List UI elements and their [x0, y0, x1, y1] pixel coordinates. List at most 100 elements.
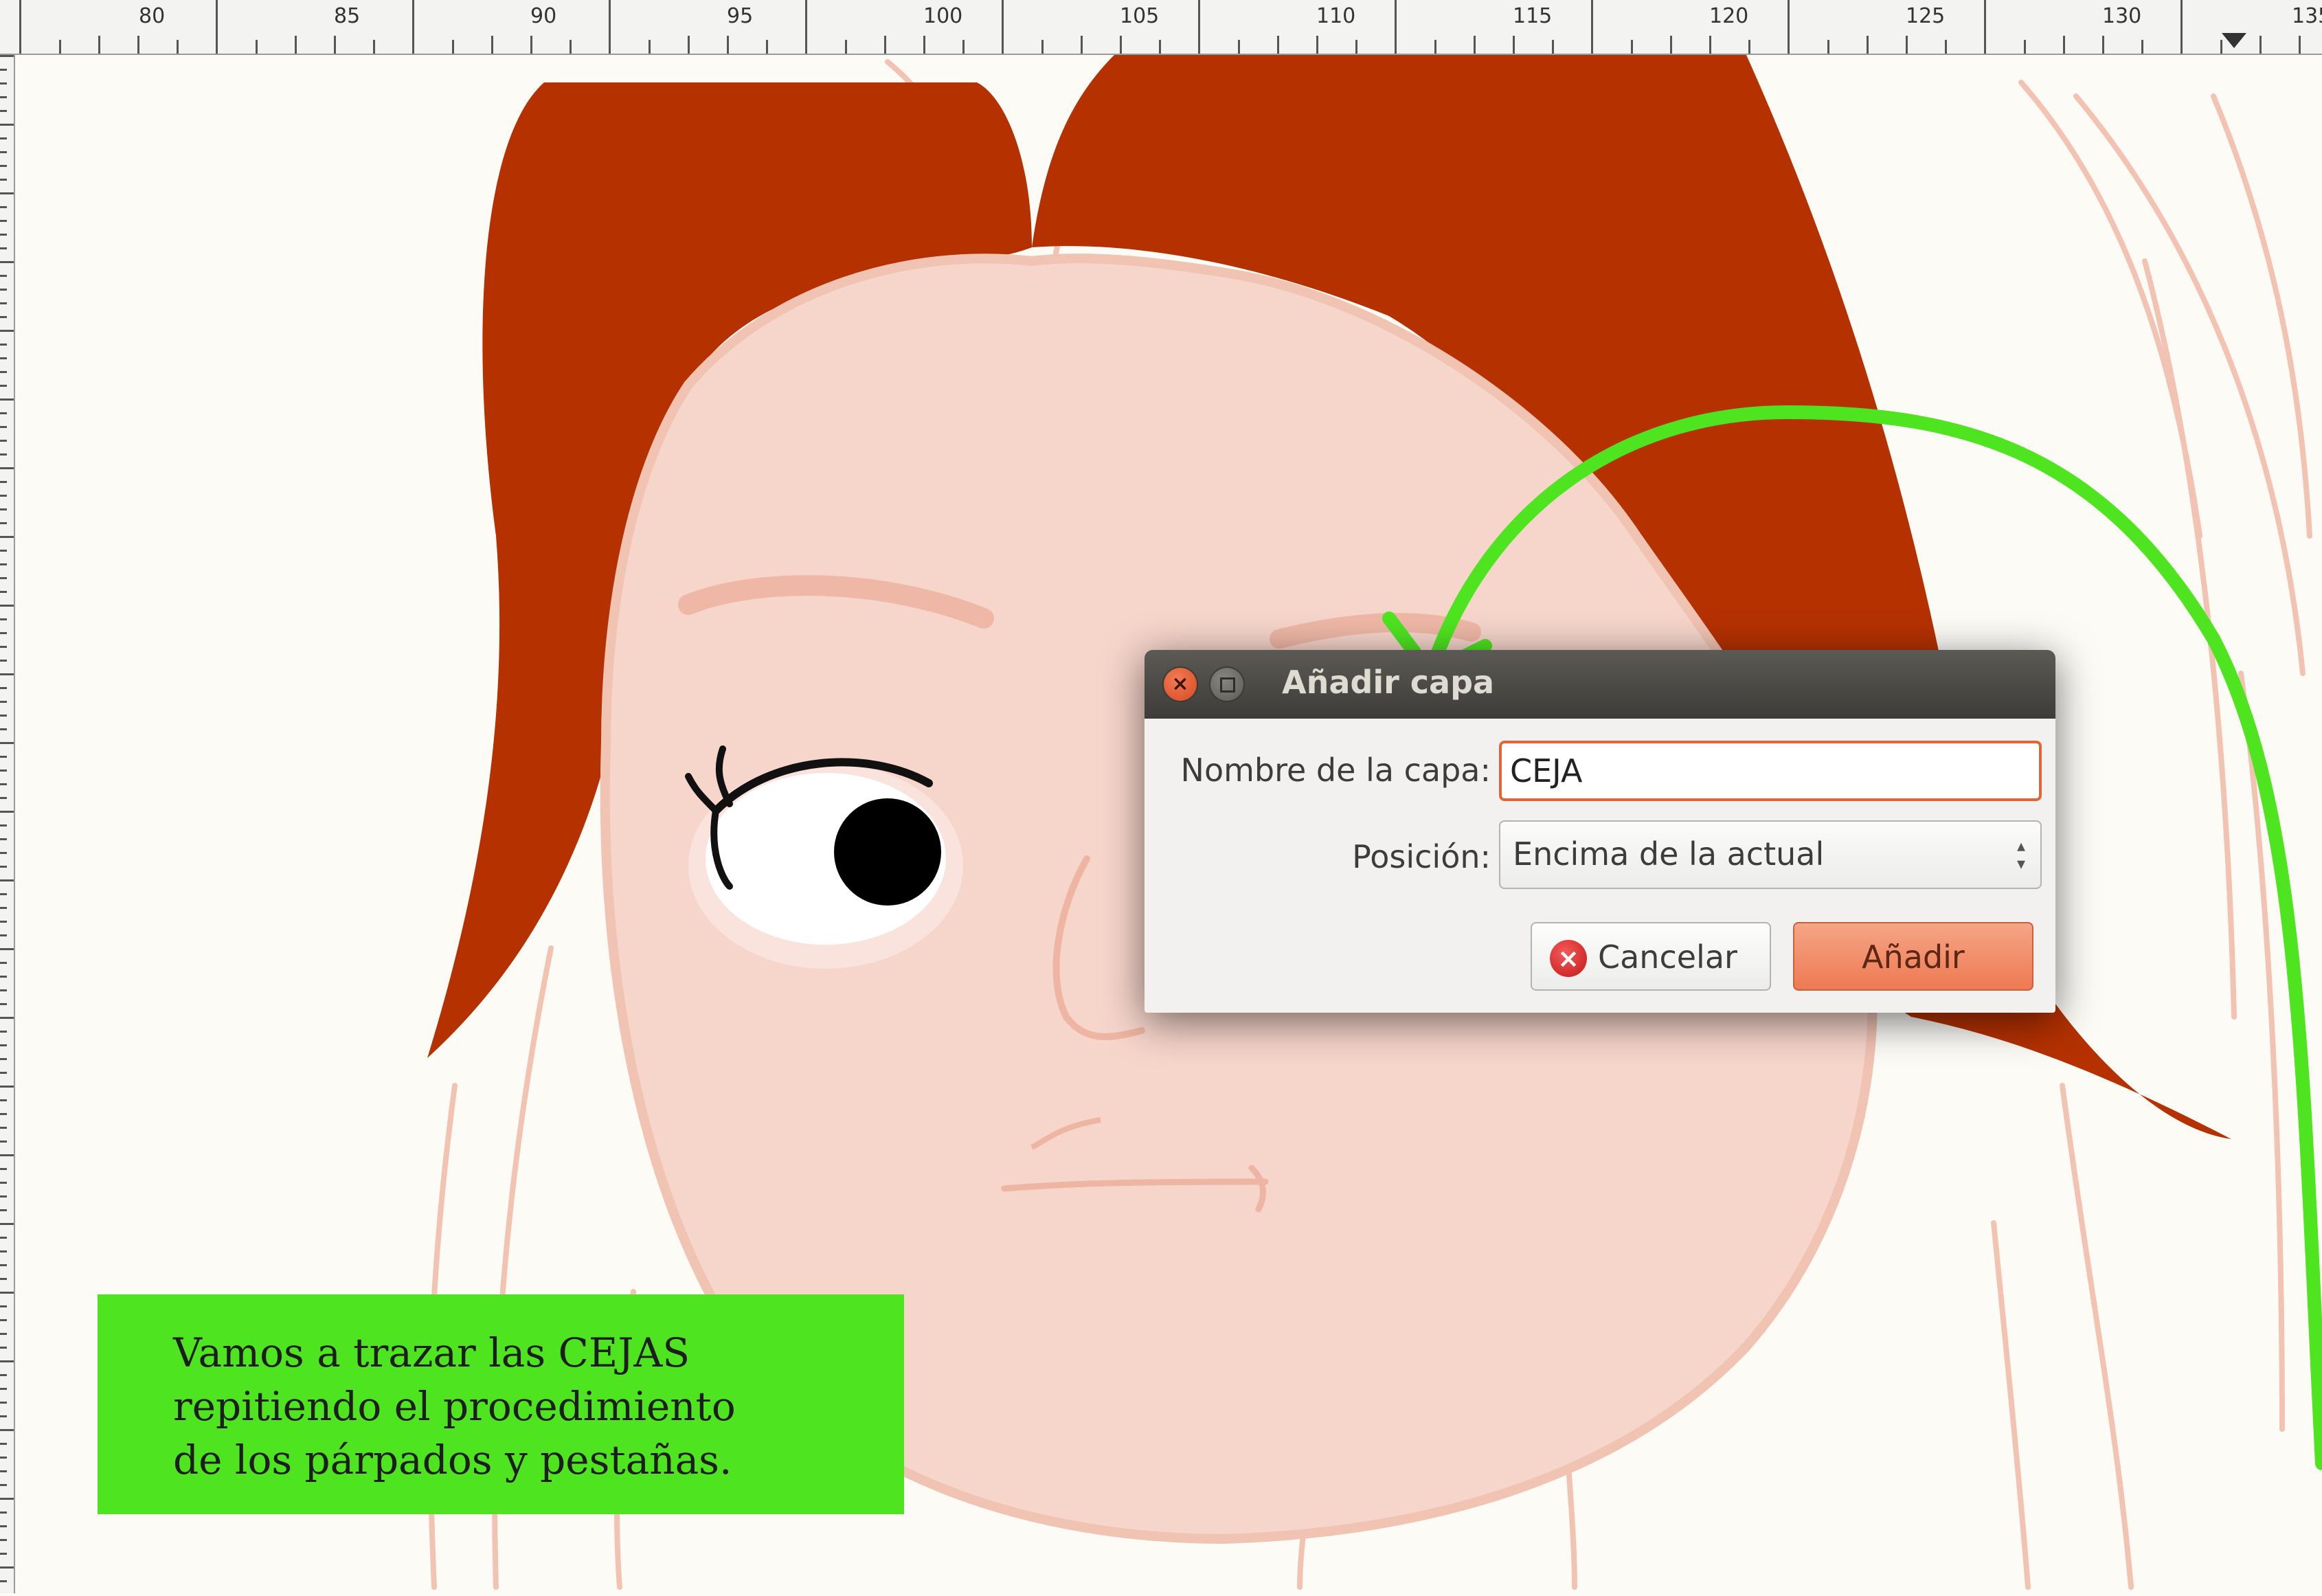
ruler-tick	[0, 1402, 7, 1404]
ruler-tick	[1080, 36, 1083, 54]
ruler-tick	[0, 728, 7, 730]
ruler-tick	[373, 40, 376, 54]
ruler-tick	[0, 1140, 7, 1143]
ruler-tick	[530, 36, 532, 54]
ruler-tick	[0, 577, 7, 579]
ruler-tick	[1355, 40, 1358, 54]
ruler-tick	[0, 1278, 7, 1280]
ruler-tick	[0, 976, 7, 978]
ruler-tick	[1591, 0, 1594, 54]
ruler-tick	[0, 563, 7, 565]
ruler-tick	[0, 769, 7, 772]
ruler-tick	[687, 36, 690, 54]
ruler-tick	[0, 1168, 7, 1170]
ruler-tick	[0, 179, 7, 181]
ruler-tick	[2299, 36, 2301, 54]
ruler-tick	[0, 1347, 7, 1349]
ruler-tick	[0, 852, 7, 854]
ruler-tick	[0, 797, 7, 799]
ruler-tick	[0, 192, 14, 194]
ruler-tick	[0, 1333, 7, 1335]
cancel-button[interactable]: × Cancelar	[1531, 922, 1771, 991]
ruler-tick	[1827, 40, 1829, 54]
note-line: Vamos a trazar las CEJAS	[173, 1329, 690, 1376]
ruler-tick	[0, 453, 7, 456]
ruler-tick	[1630, 40, 1633, 54]
position-label: Posición:	[1352, 838, 1491, 875]
ruler-tick	[0, 866, 7, 868]
ruler-tick	[1395, 0, 1397, 54]
ruler-tick	[0, 1498, 14, 1500]
ruler-label: 130	[2102, 4, 2142, 28]
ruler-tick	[0, 1429, 14, 1431]
ruler-tick	[1513, 36, 1515, 54]
add-layer-dialog: × Añadir capa Nombre de la capa: Posició…	[1145, 650, 2055, 1013]
ruler-tick	[0, 756, 7, 758]
ruler-tick	[0, 921, 7, 923]
ruler-tick	[2220, 40, 2222, 54]
ruler-tick	[2102, 36, 2104, 54]
ruler-tick	[0, 357, 7, 359]
ruler-position-marker-icon	[2222, 33, 2246, 48]
ruler-tick	[0, 605, 14, 607]
ruler-tick	[570, 40, 572, 54]
instruction-note: Vamos a trazar las CEJAS repitiendo el p…	[98, 1294, 904, 1514]
eye-pupil	[834, 798, 941, 906]
ruler-label: 100	[923, 4, 963, 28]
ruler-tick	[727, 36, 729, 54]
ruler-tick	[0, 206, 7, 208]
position-dropdown[interactable]: Encima de la actual ▴ ▾	[1499, 820, 2042, 889]
ruler-tick	[0, 536, 14, 538]
ruler-tick	[923, 36, 925, 54]
ruler-tick	[0, 1388, 7, 1390]
ruler-tick	[0, 742, 14, 744]
close-icon[interactable]: ×	[1164, 668, 1197, 701]
ruler-tick	[844, 40, 847, 54]
ruler-tick	[1945, 40, 1948, 54]
note-line: repitiendo el procedimiento	[173, 1383, 736, 1430]
ruler-tick	[0, 426, 7, 428]
ruler-tick	[0, 1305, 7, 1307]
ruler-tick	[0, 783, 7, 785]
add-button[interactable]: Añadir	[1793, 922, 2033, 991]
ruler-tick	[0, 1058, 7, 1060]
ruler-tick	[0, 151, 7, 153]
dialog-titlebar[interactable]: × Añadir capa	[1145, 650, 2055, 719]
ruler-tick	[805, 0, 808, 54]
horizontal-ruler[interactable]: 80 85 90 95 100 105 110 115 120 125 130 …	[0, 0, 2322, 55]
ruler-tick	[0, 1182, 7, 1184]
ruler-tick	[294, 36, 297, 54]
ruler-tick	[0, 467, 14, 469]
ruler-tick	[0, 385, 7, 387]
ruler-tick	[2259, 36, 2262, 54]
ruler-tick	[0, 893, 7, 895]
ruler-tick	[962, 40, 965, 54]
ruler-tick	[0, 1154, 14, 1156]
dialog-title: Añadir capa	[1282, 664, 1495, 701]
ruler-tick	[883, 36, 886, 54]
ruler-tick	[0, 907, 7, 909]
ruler-tick	[0, 934, 7, 936]
ruler-tick	[0, 234, 7, 236]
ruler-tick	[0, 495, 7, 497]
ruler-tick	[0, 1237, 7, 1239]
ruler-tick	[2023, 40, 2026, 54]
ruler-tick	[0, 879, 14, 881]
ruler-tick	[216, 0, 218, 54]
ruler-tick	[1788, 0, 1790, 54]
maximize-icon[interactable]	[1210, 668, 1243, 701]
ruler-tick	[2062, 36, 2065, 54]
ruler-tick	[98, 36, 100, 54]
ruler-tick	[1120, 36, 1122, 54]
layer-name-input[interactable]	[1499, 741, 2042, 801]
vertical-ruler[interactable]	[0, 55, 15, 1593]
ruler-label: 80	[139, 4, 166, 28]
ruler-label: 120	[1709, 4, 1749, 28]
ruler-tick	[334, 36, 336, 54]
ruler-label: 95	[727, 4, 754, 28]
ruler-tick	[609, 0, 611, 54]
ruler-tick	[1002, 0, 1004, 54]
ruler-tick	[0, 1484, 7, 1486]
ruler-tick	[0, 481, 7, 483]
ruler-tick	[0, 1443, 7, 1445]
